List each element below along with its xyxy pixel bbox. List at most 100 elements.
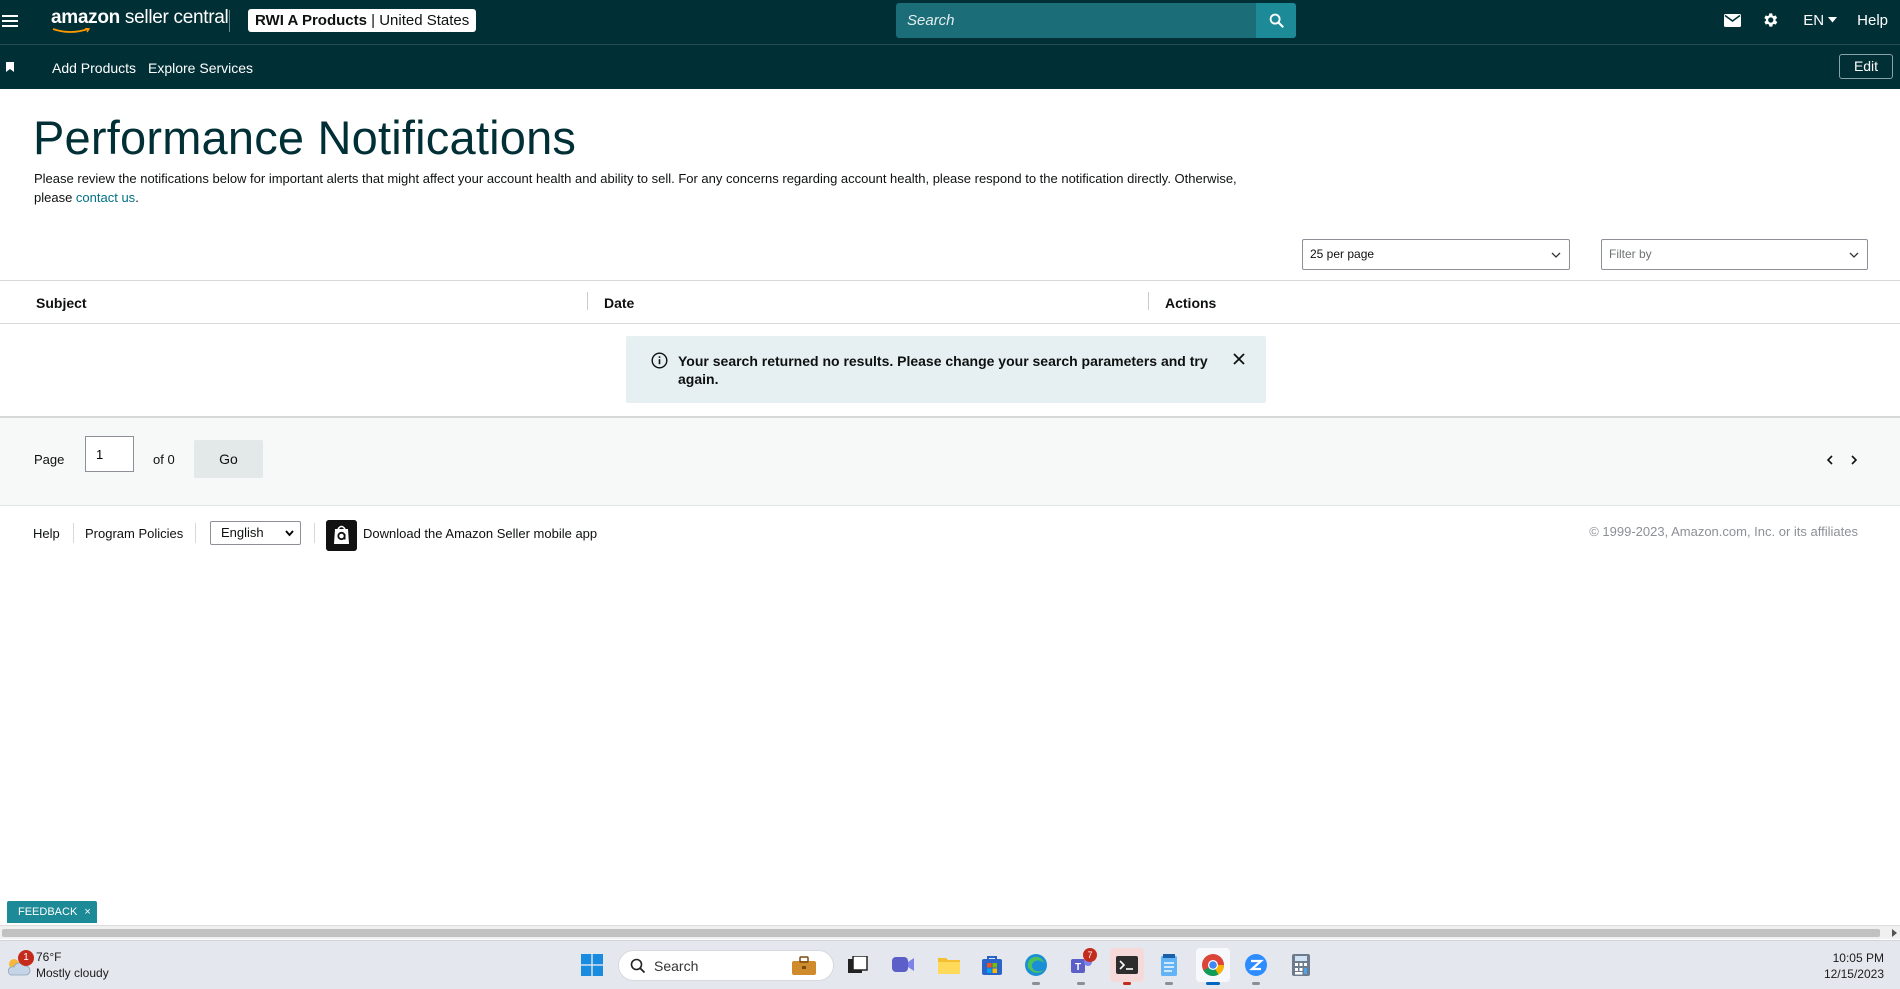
taskbar-search[interactable]: Search — [618, 950, 834, 981]
seller-central-logo[interactable]: amazon seller central — [51, 7, 229, 29]
page-number-input[interactable] — [85, 436, 134, 472]
column-divider — [587, 292, 588, 310]
footer-divider — [195, 523, 196, 543]
language-menu[interactable]: EN — [1803, 11, 1838, 29]
scrollbar-thumb[interactable] — [2, 929, 1880, 937]
language-label: EN — [1803, 11, 1825, 29]
terminal-icon[interactable] — [1110, 948, 1144, 985]
account-region: United States — [379, 12, 470, 29]
weather-badge: 1 — [18, 950, 34, 966]
weather-temperature: 76°F — [36, 950, 62, 964]
chevron-down-icon — [1849, 252, 1859, 258]
go-button[interactable]: Go — [194, 440, 263, 478]
intro-end: . — [135, 189, 139, 205]
top-navigation-bar: amazon seller central RWI A Products | U… — [0, 0, 1900, 44]
teams-icon[interactable]: T 7 — [1066, 948, 1097, 985]
calculator-icon[interactable] — [1286, 950, 1316, 980]
chevron-right-icon[interactable] — [1848, 454, 1860, 466]
feedback-close-icon[interactable]: × — [84, 906, 90, 918]
global-search[interactable]: Search — [896, 3, 1296, 38]
windows-taskbar: 1 76°F Mostly cloudy Search T 7 10:05 PM… — [0, 940, 1900, 989]
notepad-icon[interactable] — [1154, 950, 1184, 985]
feedback-button[interactable]: FEEDBACK × — [7, 901, 97, 923]
clock-time: 10:05 PM — [1832, 951, 1884, 965]
edge-icon[interactable] — [1021, 950, 1051, 985]
nav-explore-services[interactable]: Explore Services — [148, 60, 253, 76]
account-name: RWI A Products — [255, 12, 367, 29]
menu-icon[interactable] — [2, 12, 18, 28]
bookmark-icon[interactable] — [6, 62, 14, 72]
footer-divider — [314, 523, 315, 543]
program-policies-link[interactable]: Program Policies — [85, 526, 183, 541]
logo-divider — [229, 10, 230, 32]
store-icon[interactable] — [977, 950, 1007, 980]
footer-divider — [73, 523, 74, 543]
logo-brand: amazon — [51, 7, 120, 28]
help-link[interactable]: Help — [1857, 12, 1888, 29]
column-actions: Actions — [1165, 295, 1217, 311]
filter-placeholder: Filter by — [1609, 247, 1652, 261]
chevron-left-icon[interactable] — [1824, 454, 1836, 466]
search-icon — [1269, 13, 1284, 28]
filter-select[interactable]: Filter by — [1601, 239, 1868, 270]
column-subject[interactable]: Subject — [36, 295, 87, 311]
contact-us-link[interactable]: contact us — [76, 190, 135, 205]
search-icon — [630, 958, 646, 974]
folder-icon[interactable] — [934, 950, 964, 980]
column-divider — [1148, 292, 1149, 310]
intro-text: Please review the notifications below fo… — [34, 170, 1264, 207]
page-footer: Help Program Policies English Download t… — [0, 518, 1900, 551]
zoom-icon[interactable] — [1241, 950, 1271, 985]
footer-language-select[interactable]: English — [210, 521, 301, 545]
taskbar-search-label: Search — [654, 958, 699, 974]
amazon-app-icon[interactable] — [326, 520, 357, 551]
secondary-navigation: Add Products Explore Services Edit — [0, 44, 1900, 89]
weather-widget[interactable]: 1 76°F Mostly cloudy — [5, 949, 135, 985]
copyright-text: © 1999-2023, Amazon.com, Inc. or its aff… — [1589, 524, 1858, 539]
windows-start-icon[interactable] — [577, 950, 607, 980]
running-indicator — [1123, 982, 1131, 985]
column-date[interactable]: Date — [604, 295, 634, 311]
close-icon[interactable] — [1232, 352, 1246, 366]
chrome-icon[interactable] — [1196, 948, 1230, 985]
teams-badge: 7 — [1083, 948, 1097, 962]
meet-icon[interactable] — [888, 950, 918, 980]
mail-icon[interactable] — [1721, 9, 1743, 31]
pagination-bar: Page of 0 Go — [0, 416, 1900, 506]
footer-help-link[interactable]: Help — [33, 526, 60, 541]
logo-smile-icon — [52, 28, 91, 33]
account-switcher[interactable]: RWI A Products | United States — [248, 9, 477, 32]
page-title: Performance Notifications — [33, 111, 577, 164]
svg-text:T: T — [1075, 962, 1081, 973]
page-total: of 0 — [153, 452, 175, 467]
running-indicator — [1252, 982, 1260, 985]
running-indicator — [1206, 982, 1220, 985]
scroll-right-arrow-icon[interactable] — [1890, 929, 1898, 937]
running-indicator — [1077, 982, 1085, 985]
horizontal-scrollbar[interactable] — [0, 925, 1900, 939]
search-button[interactable] — [1256, 3, 1296, 38]
task-view-icon[interactable] — [843, 950, 873, 980]
account-separator: | — [366, 12, 380, 29]
edit-nav-button[interactable]: Edit — [1839, 54, 1893, 79]
briefcase-icon — [792, 956, 816, 975]
footer-language-value: English — [221, 525, 264, 540]
caret-down-icon — [1828, 17, 1838, 23]
gear-icon[interactable] — [1759, 9, 1781, 31]
download-app-link[interactable]: Download the Amazon Seller mobile app — [363, 526, 597, 541]
weather-condition: Mostly cloudy — [36, 966, 109, 980]
per-page-value: 25 per page — [1310, 247, 1375, 261]
alert-message: Your search returned no results. Please … — [678, 353, 1208, 387]
intro-body: Please review the notifications below fo… — [34, 171, 1237, 205]
per-page-select[interactable]: 25 per page — [1302, 239, 1570, 270]
chevron-down-icon — [1551, 252, 1561, 258]
logo-suffix: seller central — [119, 7, 229, 28]
running-indicator — [1032, 982, 1040, 985]
system-clock[interactable]: 10:05 PM 12/15/2023 — [1824, 950, 1884, 982]
running-indicator — [1165, 982, 1173, 985]
feedback-label: FEEDBACK — [18, 906, 78, 918]
no-results-alert: Your search returned no results. Please … — [626, 336, 1266, 403]
search-input[interactable]: Search — [907, 12, 955, 29]
nav-add-products[interactable]: Add Products — [52, 60, 136, 76]
table-header: Subject Date Actions — [0, 280, 1900, 324]
